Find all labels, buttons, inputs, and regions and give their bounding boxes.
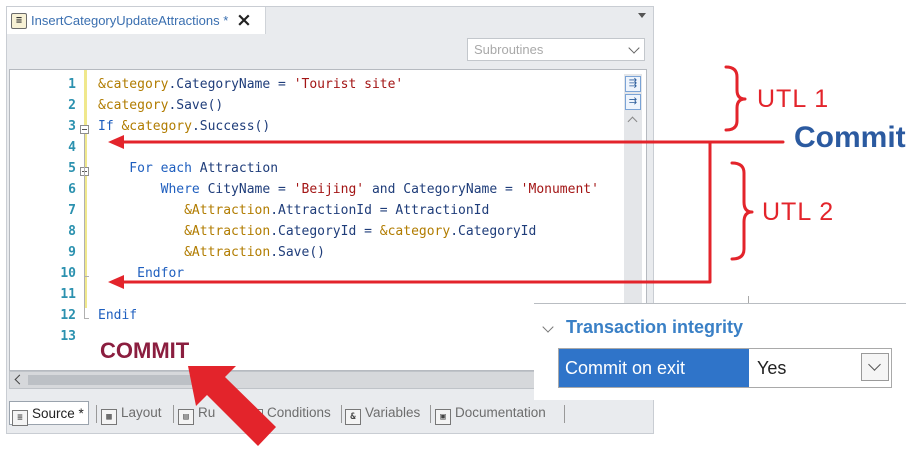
annotation-overlay: [108, 65, 785, 446]
utl1-label: UTL 1: [757, 85, 830, 113]
utl2-brace: [730, 161, 754, 261]
utl1-brace: [724, 65, 747, 132]
commit-arrow-to-line11: [118, 140, 712, 284]
commit-label: Commit: [794, 121, 906, 154]
utl2-label: UTL 2: [762, 198, 835, 226]
commit-arrow-head: [108, 135, 124, 149]
line11-arrow-head: [108, 275, 124, 289]
big-red-arrow: [188, 366, 276, 446]
